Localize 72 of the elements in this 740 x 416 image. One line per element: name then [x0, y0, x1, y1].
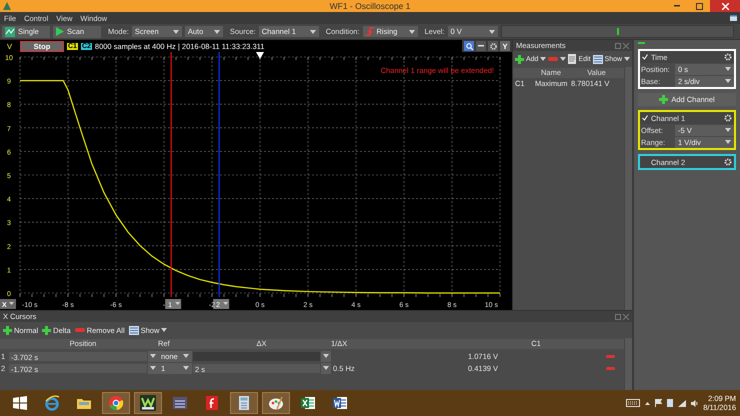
- plus-icon: [3, 326, 12, 334]
- caret-icon[interactable]: [725, 128, 731, 132]
- window-icon[interactable]: [730, 15, 737, 21]
- caret-icon[interactable]: [323, 366, 329, 370]
- close-button[interactable]: [710, 0, 740, 12]
- chrome-icon[interactable]: [108, 395, 124, 411]
- document-app-icon[interactable]: [332, 395, 348, 411]
- caret-icon[interactable]: [488, 30, 495, 34]
- caret-icon[interactable]: [150, 354, 156, 358]
- close-icon[interactable]: [722, 2, 728, 10]
- flag-icon[interactable]: [655, 399, 662, 407]
- plus-icon: [42, 326, 52, 334]
- collapse-icon[interactable]: [638, 42, 645, 45]
- app-icon: [3, 2, 11, 10]
- caret-icon[interactable]: [725, 67, 731, 71]
- caret-icon[interactable]: [214, 30, 220, 34]
- scrollbar[interactable]: [624, 67, 632, 310]
- list-icon: [592, 54, 603, 64]
- caret-icon[interactable]: [725, 140, 731, 144]
- minimize-icon[interactable]: [674, 5, 680, 7]
- caret-icon[interactable]: [408, 30, 414, 34]
- caret-icon[interactable]: [310, 30, 316, 34]
- chevron-up-icon[interactable]: [645, 402, 650, 404]
- level-slider[interactable]: [500, 25, 734, 38]
- volume-icon[interactable]: [691, 400, 698, 406]
- browser-e-icon[interactable]: [44, 395, 60, 411]
- chart-app-icon[interactable]: [172, 395, 188, 411]
- windows-start-icon[interactable]: [12, 395, 28, 411]
- settings-icon[interactable]: [724, 53, 732, 61]
- minus-icon: [74, 328, 85, 332]
- caret-icon[interactable]: [150, 366, 156, 370]
- keyboard-icon[interactable]: [626, 399, 640, 407]
- scrollbar[interactable]: [624, 338, 632, 390]
- dropdown-button[interactable]: [148, 362, 158, 374]
- maximize-icon[interactable]: [696, 2, 702, 10]
- rising-edge-icon: [366, 27, 374, 36]
- delta-field[interactable]: [192, 350, 321, 362]
- dropdown-button[interactable]: [148, 350, 158, 362]
- minimize-icon[interactable]: [478, 45, 484, 47]
- dropdown-button[interactable]: [321, 350, 331, 362]
- waveforms-app-icon[interactable]: [140, 395, 156, 411]
- calculator-icon[interactable]: [236, 395, 252, 411]
- spreadsheet-icon[interactable]: [300, 395, 316, 411]
- settings-icon[interactable]: [724, 114, 732, 122]
- list-icon: [128, 326, 139, 334]
- scope-icon: [5, 26, 15, 36]
- caret-icon[interactable]: [183, 354, 189, 358]
- caret-icon[interactable]: [725, 79, 731, 83]
- toolbar-button[interactable]: [548, 57, 566, 61]
- reader-app-icon[interactable]: [204, 395, 220, 411]
- network-icon[interactable]: [667, 399, 674, 407]
- caret-icon[interactable]: [540, 57, 546, 61]
- caret-icon[interactable]: [161, 328, 168, 332]
- caret-icon[interactable]: [624, 57, 630, 61]
- settings-icon[interactable]: [724, 158, 732, 166]
- trigger-marker-icon[interactable]: [256, 52, 264, 59]
- check-icon[interactable]: [642, 115, 648, 121]
- paint-palette-icon[interactable]: [268, 395, 284, 411]
- caret-icon[interactable]: [172, 30, 179, 34]
- caret-icon[interactable]: [323, 354, 329, 358]
- signal-icon[interactable]: [678, 400, 686, 406]
- check-icon[interactable]: [642, 54, 648, 60]
- minus-icon: [548, 57, 558, 61]
- minimize-button[interactable]: [476, 41, 486, 51]
- plus-icon: [515, 54, 524, 64]
- caret-icon[interactable]: [560, 57, 566, 61]
- play-icon: [56, 27, 64, 36]
- window-title: WF1 - Oscilloscope 1: [330, 1, 410, 11]
- dropdown-button[interactable]: [321, 362, 331, 374]
- document-icon: [568, 54, 576, 64]
- caret-icon[interactable]: [183, 366, 189, 370]
- plus-icon: [659, 95, 668, 104]
